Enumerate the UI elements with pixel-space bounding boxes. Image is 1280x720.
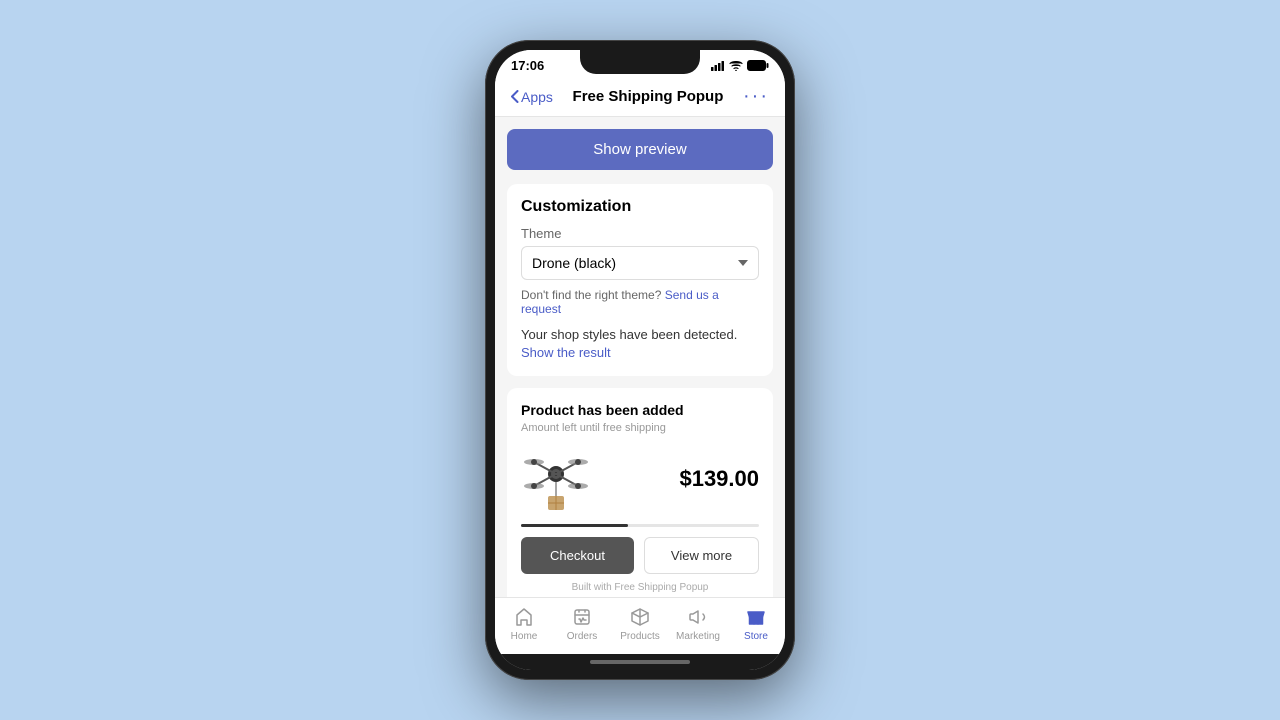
tab-marketing[interactable]: Marketing (673, 606, 723, 642)
built-with-text: Built with Free Shipping Popup (521, 582, 759, 593)
orders-icon (571, 606, 593, 628)
show-result-link[interactable]: Show the result (521, 344, 759, 362)
customization-section: Customization Theme Drone (black) Don't … (507, 184, 773, 376)
tab-orders[interactable]: Orders (557, 606, 607, 642)
progress-bar-fill (521, 524, 628, 527)
popup-title: Product has been added (521, 402, 759, 418)
marketing-icon (687, 606, 709, 628)
back-label: Apps (521, 89, 553, 105)
home-indicator-bar (590, 660, 690, 664)
phone-device: 17:06 (485, 40, 795, 680)
show-preview-button[interactable]: Show preview (507, 129, 773, 170)
popup-subtitle: Amount left until free shipping (521, 422, 759, 434)
product-popup-preview: Product has been added Amount left until… (507, 388, 773, 597)
tab-marketing-label: Marketing (676, 631, 720, 642)
theme-select[interactable]: Drone (black) (521, 246, 759, 280)
tab-home[interactable]: Home (499, 606, 549, 642)
store-icon (745, 606, 767, 628)
chevron-left-icon (511, 90, 519, 103)
nav-title: Free Shipping Popup (573, 88, 724, 105)
theme-label: Theme (521, 226, 759, 241)
back-button[interactable]: Apps (511, 89, 553, 105)
signal-icon (711, 60, 725, 71)
status-bar: 17:06 (495, 50, 785, 77)
view-more-button[interactable]: View more (644, 537, 759, 574)
home-icon (513, 606, 535, 628)
tab-store-label: Store (744, 631, 768, 642)
content-area: Show preview Customization Theme Drone (… (495, 117, 785, 597)
battery-icon (747, 60, 769, 71)
notch (580, 50, 700, 74)
status-icons (711, 60, 769, 71)
tab-products[interactable]: Products (615, 606, 665, 642)
tab-orders-label: Orders (567, 631, 598, 642)
drone-image (521, 444, 591, 514)
popup-buttons: Checkout View more (521, 537, 759, 574)
status-time: 17:06 (511, 58, 544, 73)
tab-products-label: Products (620, 631, 659, 642)
tab-bar: Home Orders (495, 597, 785, 654)
customization-title: Customization (521, 198, 759, 216)
products-icon (629, 606, 651, 628)
phone-screen: 17:06 (495, 50, 785, 670)
nav-bar: Apps Free Shipping Popup ··· (495, 77, 785, 117)
popup-price: $139.00 (679, 466, 759, 492)
theme-help-text: Don't find the right theme? Send us a re… (521, 288, 759, 316)
drone-svg (524, 444, 589, 514)
popup-content: $139.00 (521, 444, 759, 514)
progress-bar (521, 524, 759, 527)
more-button[interactable]: ··· (743, 85, 769, 108)
tab-home-label: Home (511, 631, 538, 642)
home-indicator (495, 654, 785, 670)
checkout-button[interactable]: Checkout (521, 537, 634, 574)
tab-store[interactable]: Store (731, 606, 781, 642)
shop-styles-text: Your shop styles have been detected. Sho… (521, 326, 759, 362)
wifi-icon (729, 60, 743, 71)
